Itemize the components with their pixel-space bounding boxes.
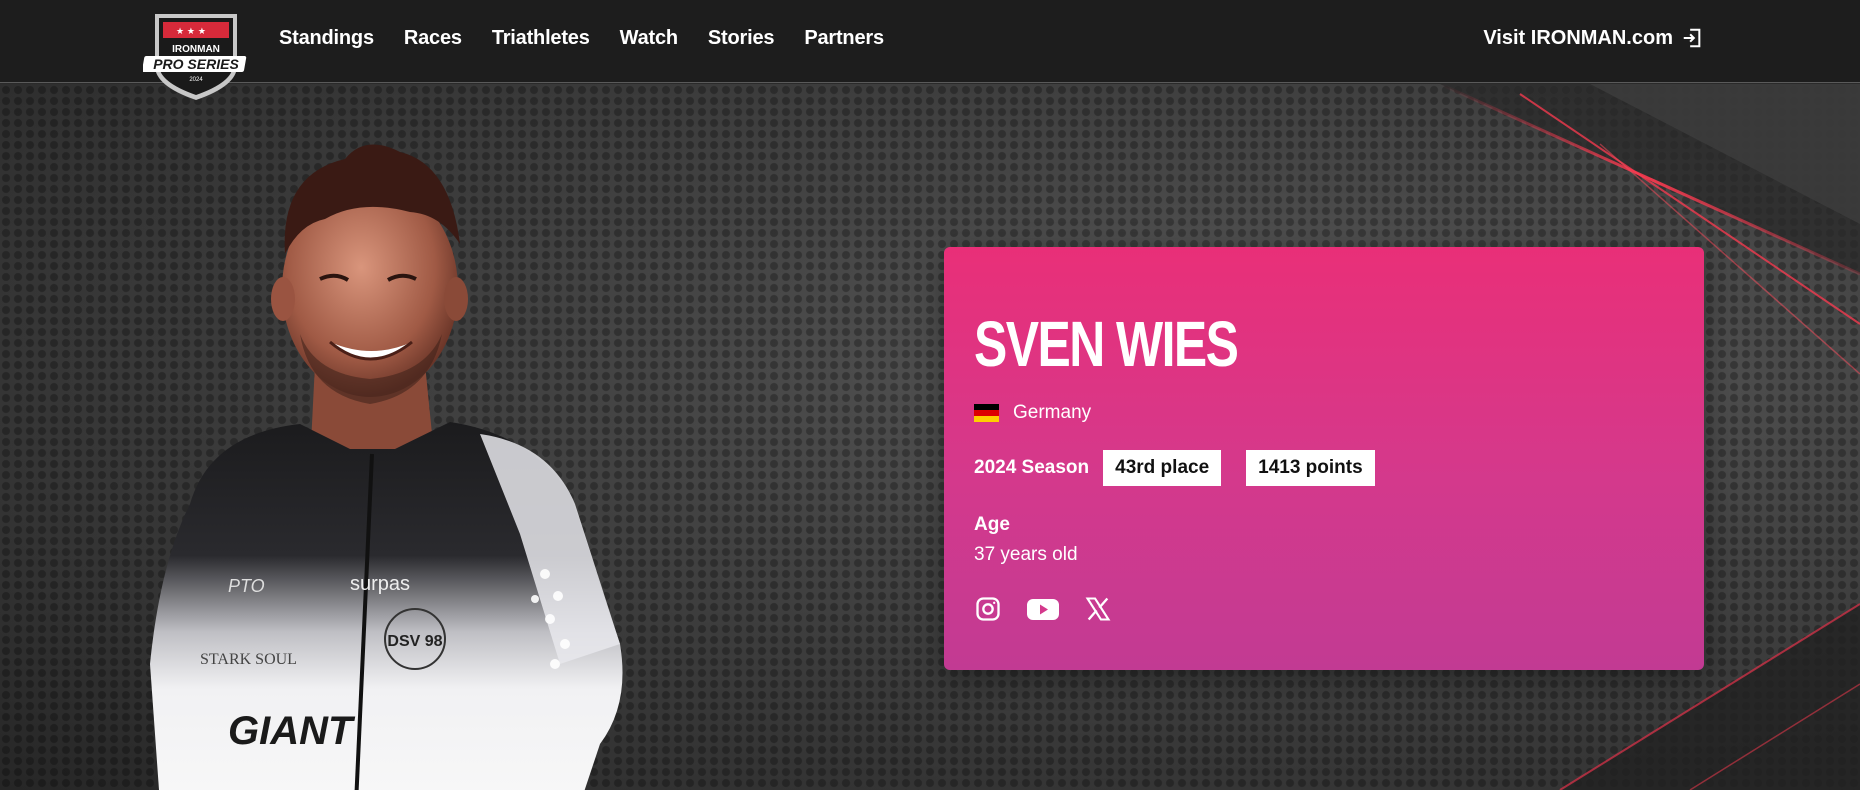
external-login-icon [1683,28,1701,48]
svg-text:★ ★ ★: ★ ★ ★ [176,27,206,37]
season-stats: 2024 Season 43rd place 1413 points [974,450,1400,486]
top-navigation: Standings Races Triathletes Watch Storie… [0,0,1860,83]
logo-bottom-text: PRO SERIES [153,56,239,72]
nav-links: Standings Races Triathletes Watch Storie… [279,0,884,76]
athlete-info-card: SVEN WIES Germany 2024 Season 43rd place… [944,247,1704,670]
jersey-club: DSV 98 [387,633,442,650]
season-place-badge: 43rd place [1103,450,1222,486]
youtube-link[interactable] [1026,595,1060,623]
visit-ironman-link[interactable]: Visit IRONMAN.com [1483,0,1703,76]
jersey-brand: GIANT [228,709,356,753]
nav-link-stories[interactable]: Stories [708,27,775,50]
athlete-country: Germany [974,402,1091,424]
x-link[interactable] [1084,595,1112,623]
youtube-icon [1027,599,1059,620]
nav-link-partners[interactable]: Partners [804,27,884,50]
athlete-photo: PTO surpas STARK SOUL DSV 98 GIANT [150,144,623,790]
nav-link-watch[interactable]: Watch [620,27,678,50]
germany-flag-icon [974,404,999,422]
athlete-hero: PTO surpas STARK SOUL DSV 98 GIANT SVEN … [0,84,1860,790]
jersey-sponsor-3: STARK SOUL [200,651,297,668]
logo-year: 2024 [189,77,203,83]
age-label: Age [974,514,1010,535]
visit-ironman-label: Visit IRONMAN.com [1483,26,1673,49]
x-icon [1085,597,1111,621]
logo-top-text: IRONMAN [172,44,220,55]
jersey-sponsor-1: PTO [228,576,265,596]
season-label: 2024 Season [974,457,1090,478]
nav-link-standings[interactable]: Standings [279,27,374,50]
country-name: Germany [1013,402,1092,423]
instagram-link[interactable] [974,595,1002,623]
age-value: 37 years old [974,544,1078,565]
instagram-icon [976,597,1000,621]
nav-link-triathletes[interactable]: Triathletes [492,27,590,50]
nav-link-races[interactable]: Races [404,27,462,50]
season-points-badge: 1413 points [1246,450,1375,486]
athlete-name: SVEN WIES [974,308,1239,380]
jersey-sponsor-2: surpas [350,573,410,595]
social-links [974,595,1112,623]
ironman-pro-series-logo[interactable]: ★ ★ ★ IRONMAN PRO SERIES 2024 [143,8,249,102]
